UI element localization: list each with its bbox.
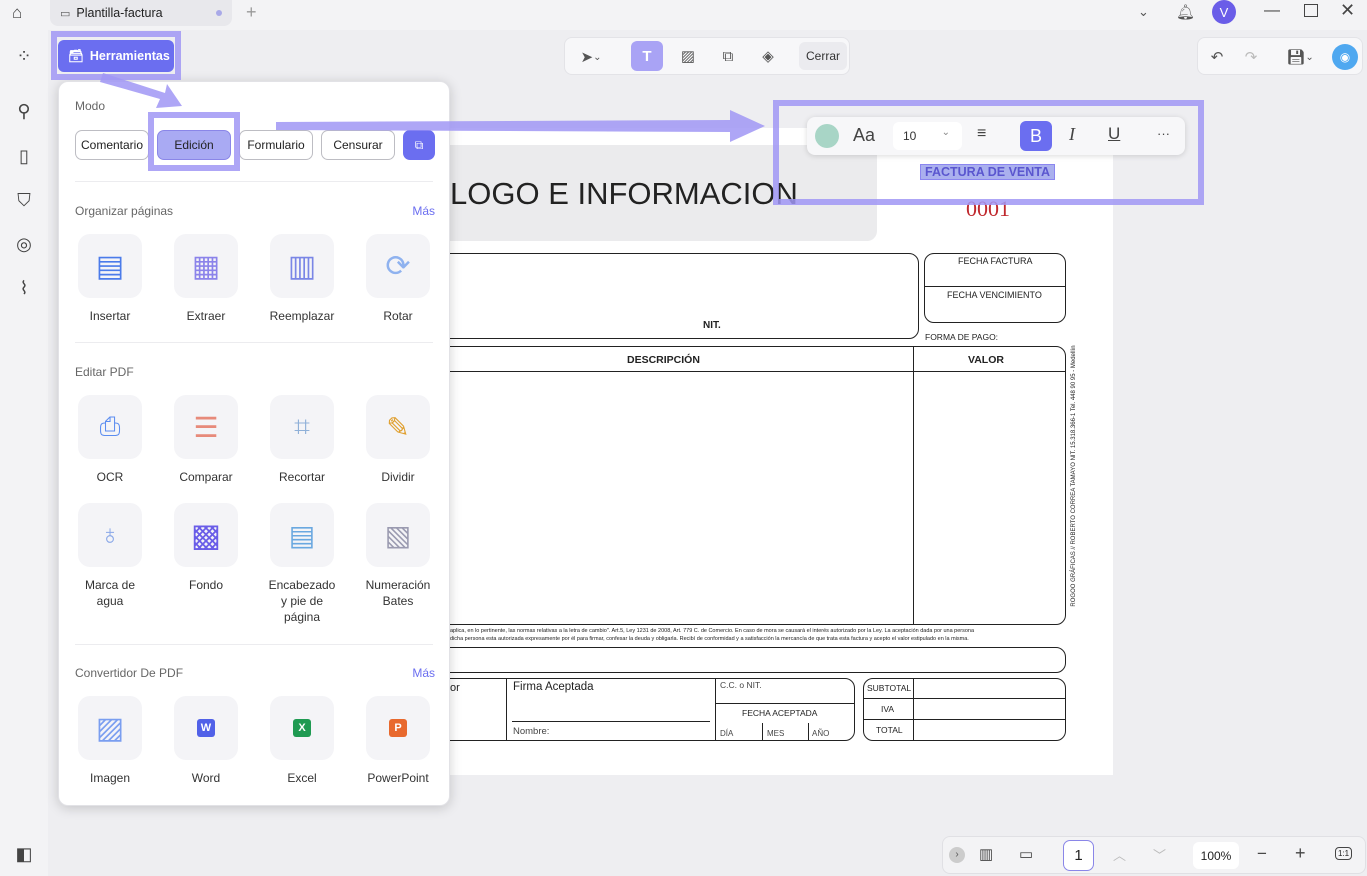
- next-page-button[interactable]: ﹀: [1153, 845, 1166, 864]
- prev-page-button[interactable]: ︿: [1113, 845, 1126, 864]
- arrow-to-edicion: [100, 73, 182, 108]
- actual-size-button[interactable]: 1:1: [1335, 847, 1353, 860]
- page-number-input[interactable]: 1: [1063, 840, 1094, 871]
- zoom-level[interactable]: 100%: [1193, 842, 1239, 869]
- expand-icon[interactable]: ›: [949, 847, 965, 863]
- arrow-to-format-bar: [276, 110, 765, 142]
- zoom-in-button[interactable]: +: [1295, 843, 1306, 864]
- page-layout-icon[interactable]: ▥: [979, 845, 993, 863]
- presentation-icon[interactable]: ▭: [1019, 845, 1033, 863]
- page-nav-bar: › ▥ ▭ 1 ︿ ﹀ 100% − + 1:1: [942, 836, 1366, 874]
- tutorial-arrows: [100, 73, 765, 142]
- zoom-out-button[interactable]: −: [1257, 844, 1267, 864]
